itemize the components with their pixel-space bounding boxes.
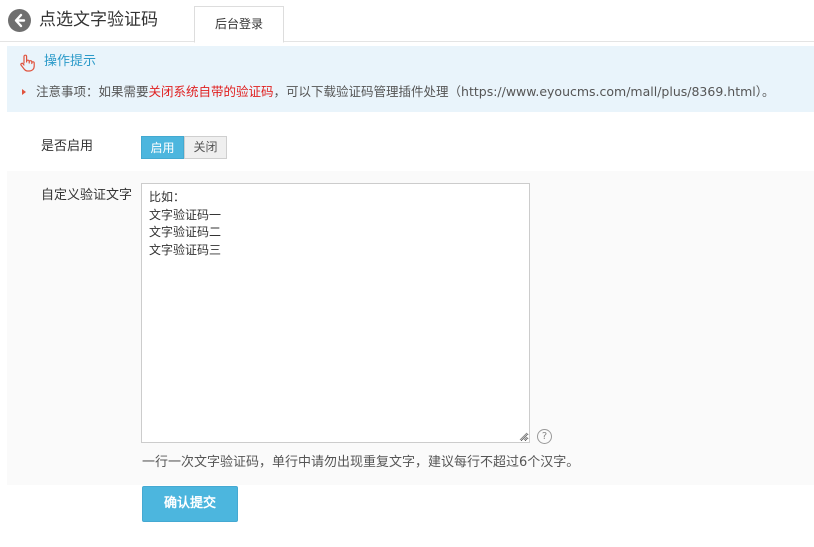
submit-button[interactable]: 确认提交 bbox=[142, 486, 238, 522]
tips-title: 操作提示 bbox=[44, 54, 97, 69]
tips-highlight: 关闭系统自带的验证码 bbox=[148, 84, 274, 99]
hand-pointer-icon bbox=[17, 53, 37, 76]
tips-notice: 注意事项：如果需要关闭系统自带的验证码，可以下载验证码管理插件处理（https:… bbox=[22, 84, 775, 100]
back-arrow-icon[interactable] bbox=[8, 9, 31, 32]
enable-label: 是否启用 bbox=[41, 139, 94, 154]
enable-row bbox=[0, 122, 814, 170]
page-title: 点选文字验证码 bbox=[39, 10, 158, 30]
tips-panel: 操作提示 注意事项：如果需要关闭系统自带的验证码，可以下载验证码管理插件处理（h… bbox=[7, 46, 814, 112]
tab-admin-login[interactable]: 后台登录 bbox=[194, 6, 284, 43]
question-circle-icon[interactable]: ? bbox=[537, 429, 552, 444]
resize-grip-icon[interactable] bbox=[519, 432, 528, 441]
custom-text-hint: 一行一次文字验证码，单行中请勿出现重复文字，建议每行不超过6个汉字。 bbox=[142, 455, 580, 470]
enable-off-button[interactable]: 关闭 bbox=[184, 136, 227, 159]
custom-text-label: 自定义验证文字 bbox=[41, 188, 133, 203]
header-bar: 点选文字验证码 后台登录 bbox=[0, 0, 814, 43]
bullet-icon bbox=[22, 88, 26, 95]
enable-on-button[interactable]: 启用 bbox=[141, 136, 184, 159]
tips-prefix: 注意事项：如果需要 bbox=[36, 84, 149, 99]
tips-suffix: ，可以下载验证码管理插件处理（https://www.eyoucms.com/m… bbox=[273, 84, 775, 99]
custom-text-textarea[interactable]: 比如： 文字验证码一 文字验证码二 文字验证码三 bbox=[141, 183, 530, 443]
